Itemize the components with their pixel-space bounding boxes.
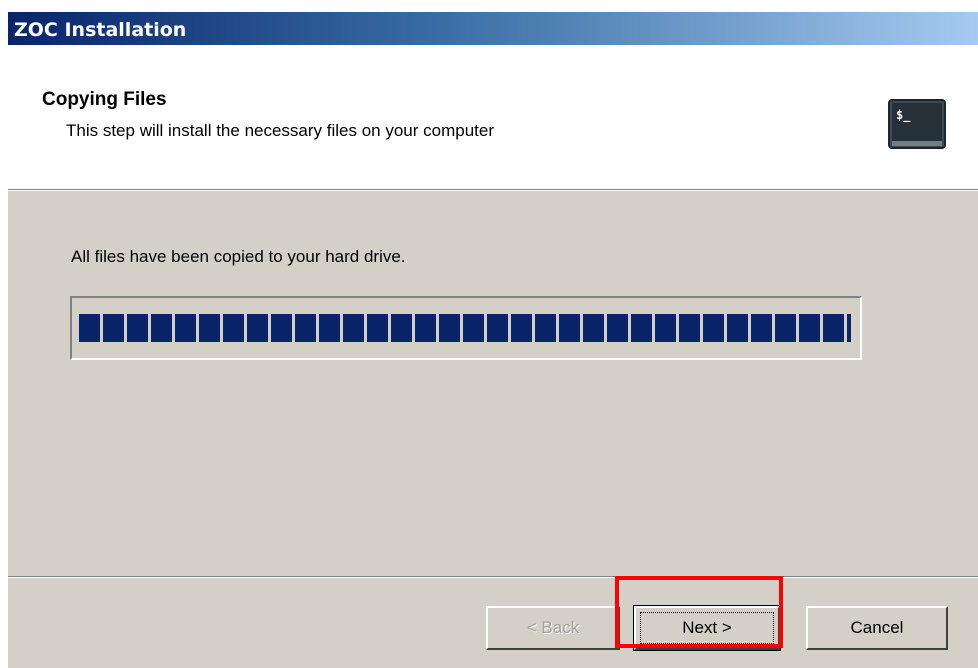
status-text: All files have been copied to your hard … [71, 247, 406, 266]
cancel-button[interactable]: Cancel [806, 606, 948, 650]
installer-window: ZOC Installation Copying Files This step… [8, 12, 978, 668]
window-title: ZOC Installation [14, 19, 187, 41]
progress-bar [70, 296, 862, 360]
back-button[interactable]: < Back [486, 606, 620, 650]
next-button-highlight [615, 576, 783, 648]
footer-separator [8, 576, 978, 578]
terminal-prompt: $_ [896, 108, 911, 123]
terminal-icon: $_ [888, 99, 946, 149]
step-subtitle: This step will install the necessary fil… [66, 121, 495, 140]
header-panel: Copying Files This step will install the… [8, 45, 978, 190]
progress-track [79, 314, 851, 342]
title-bar[interactable]: ZOC Installation [8, 12, 978, 45]
progress-fill [79, 314, 851, 342]
step-title: Copying Files [42, 89, 167, 110]
